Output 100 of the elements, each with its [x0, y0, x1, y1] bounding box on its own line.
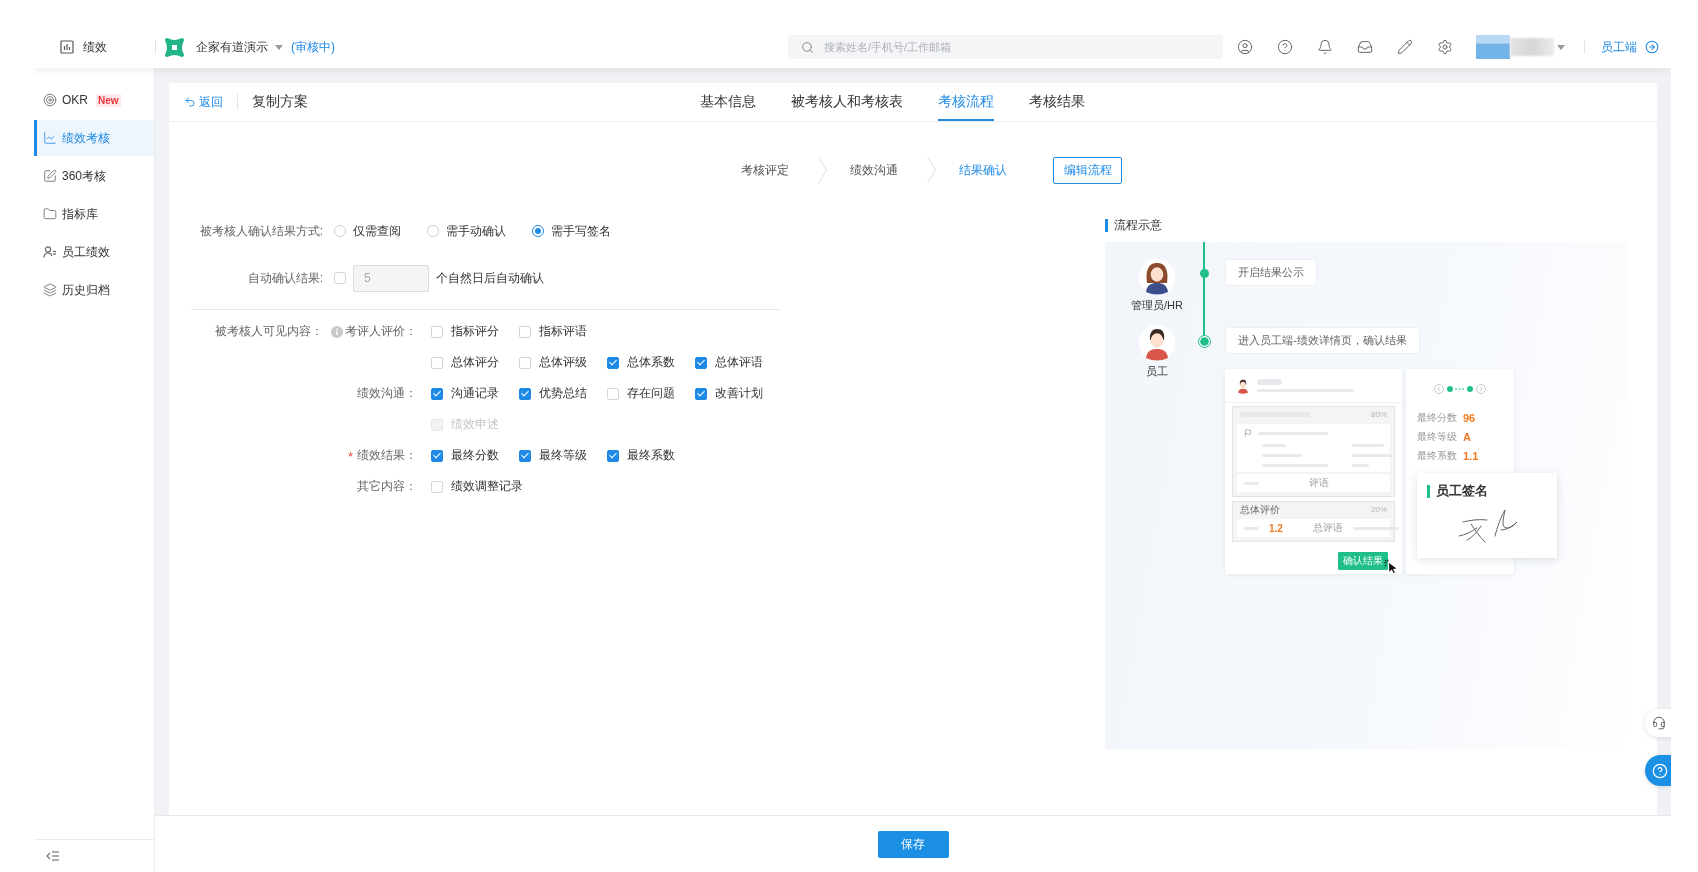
result-label: 最终分数 [1417, 410, 1457, 425]
step-tab[interactable]: 绩效沟通 [850, 161, 898, 179]
help-icon [1652, 762, 1668, 779]
target-icon [43, 93, 57, 107]
accent-bar-icon [1105, 218, 1108, 232]
edit-flow-button[interactable]: 编辑流程 [1053, 156, 1122, 184]
person-avatar-icon [1139, 325, 1175, 361]
step-bubble: 进入员工端-绩效详情页，确认结果 [1225, 327, 1420, 354]
radio-button[interactable] [427, 225, 439, 237]
pager-dots-icon [1447, 386, 1473, 392]
radio-label: 仅需查阅 [353, 222, 401, 240]
tab[interactable]: 被考核人和考核表 [791, 83, 903, 121]
checkbox[interactable] [431, 387, 443, 400]
result-label: 最终等级 [1417, 429, 1457, 444]
chevron-right-icon [818, 156, 827, 184]
sidebar-item[interactable]: 员工绩效 [34, 234, 154, 270]
checkbox-label: 沟通记录 [451, 385, 499, 402]
radio-button[interactable] [532, 225, 544, 237]
flag-icon [1244, 429, 1252, 437]
checkbox-label: 最终分数 [451, 447, 499, 464]
field-label: 被考核人可见内容： [214, 323, 323, 340]
comment-label: 总评语 [1312, 521, 1343, 535]
new-badge: New [96, 93, 121, 107]
score-value: 1.2 [1269, 522, 1283, 534]
checkbox-label: 绩效申述 [451, 416, 499, 433]
checkbox[interactable] [695, 356, 707, 369]
tab[interactable]: 基本信息 [700, 83, 756, 121]
checkbox-label: 绩效调整记录 [451, 478, 523, 495]
logo-icon [164, 36, 185, 58]
checkbox[interactable] [607, 356, 619, 369]
caret-down-icon [275, 44, 283, 50]
search-icon [801, 40, 814, 54]
role-label: 员工 [1146, 364, 1168, 379]
checkbox-label: 改善计划 [715, 385, 763, 402]
arrow-circle-icon[interactable] [1645, 40, 1659, 54]
support-button[interactable] [1645, 709, 1671, 737]
back-link[interactable]: 返回 [184, 93, 223, 111]
step-bubble: 开启结果公示 [1225, 259, 1317, 286]
person-avatar-icon [1139, 259, 1175, 295]
result-value: A [1463, 430, 1471, 443]
radio-button[interactable] [334, 225, 346, 237]
bell-icon[interactable] [1317, 39, 1333, 55]
checkbox-label: 总体评语 [715, 354, 763, 371]
field-label: 被考核人确认结果方式: [198, 222, 323, 240]
checkbox[interactable] [607, 449, 619, 462]
cursor-click-icon [1384, 559, 1398, 573]
checkbox-label: 指标评语 [539, 323, 587, 340]
field-suffix: 个自然日后自动确认 [436, 269, 544, 287]
headset-icon [1652, 716, 1666, 730]
checkbox-label: 总体评分 [451, 354, 499, 371]
folder-icon [43, 207, 57, 221]
sidebar-item[interactable]: 指标库 [34, 196, 154, 232]
bar-chart-icon [60, 40, 74, 54]
radio-label: 需手写签名 [551, 222, 611, 240]
layers-icon [43, 283, 57, 297]
sidebar-item[interactable]: 360考核 [34, 158, 154, 194]
step-tab[interactable]: 考核评定 [741, 161, 789, 179]
group-label: 考评人评价： [345, 323, 417, 340]
result-value: 96 [1463, 411, 1476, 424]
checkbox[interactable] [695, 387, 707, 400]
checkbox-label: 总体评级 [539, 354, 587, 371]
blurred-name-placeholder [1510, 38, 1554, 56]
group-label: 绩效沟通： [357, 385, 417, 402]
checkbox-label: 存在问题 [627, 385, 675, 402]
comment-label: 评语 [1309, 476, 1329, 490]
result-label: 最终系数 [1417, 448, 1457, 463]
help-icon[interactable] [1277, 39, 1293, 55]
company-name[interactable]: 企家有道演示 [196, 38, 268, 56]
user-circle-icon[interactable] [1237, 39, 1253, 55]
sidebar-item[interactable]: 历史归档 [34, 272, 154, 308]
section-title: 总体评价 [1240, 502, 1280, 517]
radio-label: 需手动确认 [446, 222, 506, 240]
tab[interactable]: 考核结果 [1029, 83, 1085, 121]
field-label: 自动确认结果: [246, 269, 323, 287]
checkbox-label: 指标评分 [451, 323, 499, 340]
employee-portal-link[interactable]: 员工端 [1601, 38, 1637, 56]
step-tab[interactable]: 结果确认 [959, 161, 1007, 179]
line-chart-icon [43, 131, 57, 145]
sidebar-item[interactable]: OKR New [34, 82, 154, 118]
section-title: 流程示意 [1114, 216, 1162, 234]
search-field[interactable]: 搜索姓名/手机号/工作邮箱 [788, 35, 1223, 59]
review-status: (审核中) [291, 38, 335, 56]
chevron-right-icon [1476, 384, 1486, 394]
signature-title: 员工签名 [1436, 482, 1488, 500]
pencil-icon[interactable] [1397, 39, 1413, 55]
edit-square-icon [43, 169, 57, 183]
tab[interactable]: 考核流程 [938, 83, 994, 121]
checkbox-label: 优势总结 [539, 385, 587, 402]
checkbox[interactable] [431, 449, 443, 462]
checkbox-label: 总体系数 [627, 354, 675, 371]
checkbox-label: 最终等级 [539, 447, 587, 464]
group-label: 绩效结果： [357, 447, 417, 464]
settings-icon[interactable] [1437, 39, 1453, 55]
checkbox-label: 最终系数 [627, 447, 675, 464]
checkbox[interactable] [519, 449, 531, 462]
chevron-left-icon [1434, 384, 1444, 394]
result-value: 1.1 [1463, 449, 1479, 462]
collapse-menu-icon[interactable] [46, 850, 60, 862]
checkbox[interactable] [519, 387, 531, 400]
inbox-icon[interactable] [1357, 39, 1373, 55]
